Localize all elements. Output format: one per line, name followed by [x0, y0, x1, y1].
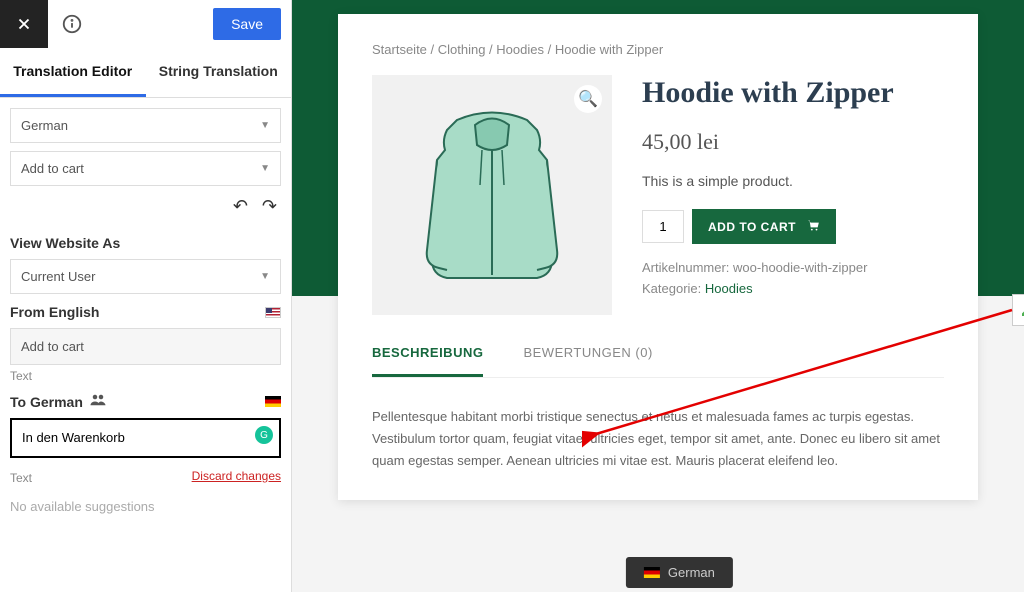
tab-string-translation[interactable]: String Translation [146, 48, 292, 97]
language-select[interactable]: German ▼ [10, 108, 281, 143]
from-label-text: From English [10, 304, 99, 320]
edit-pencil-button[interactable] [1012, 294, 1024, 326]
product-card: Startseite / Clothing / Hoodies / Hoodie… [338, 14, 978, 500]
suggestions-text: No available suggestions [10, 499, 281, 514]
de-flag-icon [644, 567, 660, 578]
product-title: Hoodie with Zipper [642, 75, 944, 111]
save-button[interactable]: Save [213, 8, 281, 40]
add-to-cart-label: ADD TO CART [708, 220, 796, 234]
view-as-select[interactable]: Current User ▼ [10, 259, 281, 294]
language-switcher-label: German [668, 565, 715, 580]
to-language-label: To German [10, 393, 281, 410]
string-select[interactable]: Add to cart ▼ [10, 151, 281, 186]
hoodie-illustration [407, 100, 577, 290]
tab-description[interactable]: BESCHREIBUNG [372, 345, 483, 377]
view-as-label: View Website As [10, 235, 281, 251]
preview-pane: Startseite / Clothing / Hoodies / Hoodie… [292, 0, 1024, 592]
string-select-value: Add to cart [21, 161, 84, 176]
language-select-value: German [21, 118, 68, 133]
language-switcher[interactable]: German [626, 557, 733, 588]
top-bar: Save [0, 0, 291, 48]
caret-icon: ▼ [260, 163, 270, 174]
undo-icon[interactable]: ↶ [233, 196, 248, 217]
redo-icon[interactable]: ↷ [262, 196, 277, 217]
tab-reviews[interactable]: BEWERTUNGEN (0) [523, 345, 652, 377]
sku-label: Artikelnummer: [642, 260, 729, 275]
caret-icon: ▼ [260, 120, 270, 131]
product-long-description: Pellentesque habitant morbi tristique se… [372, 406, 944, 472]
from-language-label: From English [10, 304, 281, 320]
info-button[interactable] [48, 0, 96, 48]
people-icon [89, 393, 107, 410]
product-image: 🔍 [372, 75, 612, 315]
product-price: 45,00 lei [642, 129, 944, 155]
from-type-label: Text [10, 369, 281, 383]
view-as-value: Current User [21, 269, 95, 284]
translation-input[interactable]: In den Warenkorb [10, 418, 281, 458]
tab-translation-editor[interactable]: Translation Editor [0, 48, 146, 97]
product-tabs: BESCHREIBUNG BEWERTUNGEN (0) [372, 345, 944, 378]
editor-tabs: Translation Editor String Translation [0, 48, 291, 98]
product-short-description: This is a simple product. [642, 173, 944, 189]
to-type-label: Text [10, 471, 32, 485]
category-label: Kategorie: [642, 281, 701, 296]
quantity-input[interactable] [642, 210, 684, 243]
to-label-text: To German [10, 394, 83, 410]
source-text-box: Add to cart [10, 328, 281, 365]
sku-value: woo-hoodie-with-zipper [733, 260, 867, 275]
cart-icon [806, 219, 820, 234]
close-button[interactable] [0, 0, 48, 48]
add-to-cart-button[interactable]: ADD TO CART [692, 209, 836, 244]
breadcrumb[interactable]: Startseite / Clothing / Hoodies / Hoodie… [372, 42, 944, 57]
caret-icon: ▼ [260, 271, 270, 282]
discard-changes-link[interactable]: Discard changes [192, 469, 281, 483]
product-meta: Artikelnummer: woo-hoodie-with-zipper Ka… [642, 258, 944, 300]
grammarly-icon[interactable]: G [255, 426, 273, 444]
zoom-icon[interactable]: 🔍 [574, 85, 602, 113]
translation-sidebar: Save Translation Editor String Translati… [0, 0, 292, 592]
de-flag-icon [265, 396, 281, 407]
category-link[interactable]: Hoodies [705, 281, 753, 296]
us-flag-icon [265, 307, 281, 318]
